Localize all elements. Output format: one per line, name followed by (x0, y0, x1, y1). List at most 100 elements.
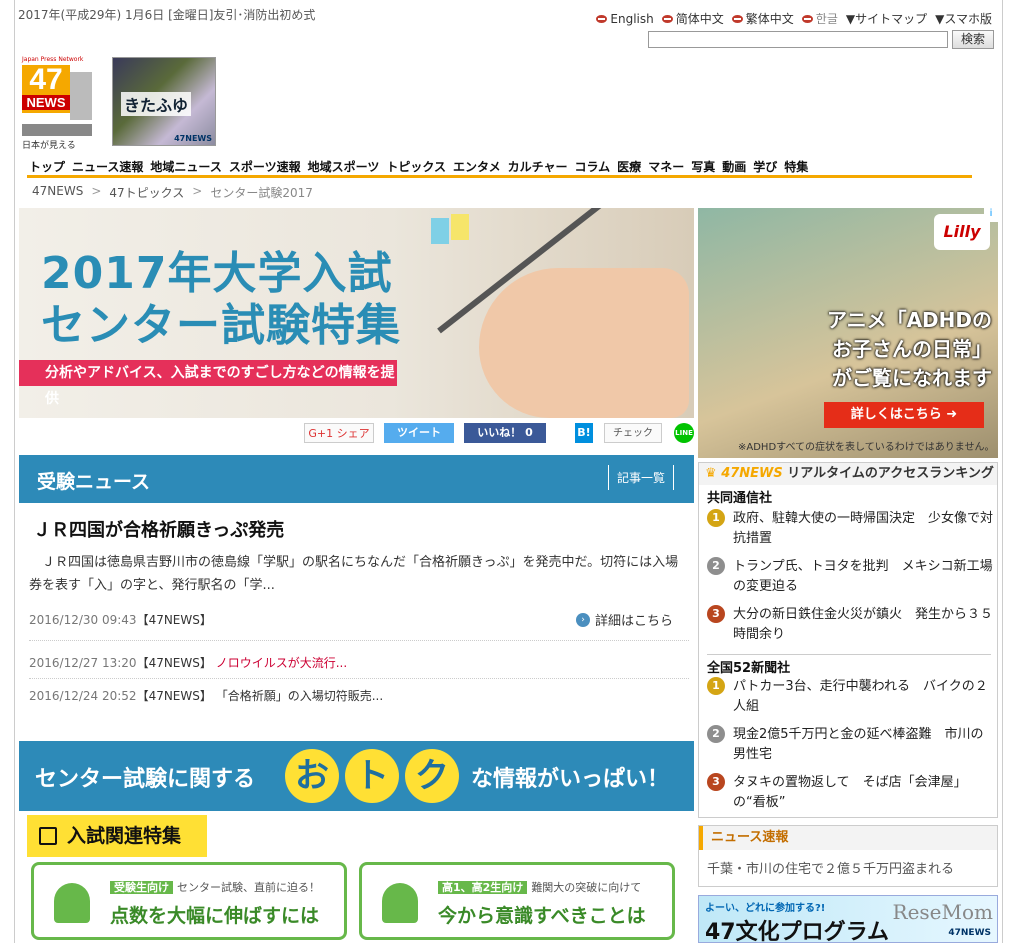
lang-traditional-chinese[interactable]: 繁体中文 (731, 10, 794, 27)
ranking-item[interactable]: 1 パトカー3台、走行中襲われる バイクの２人組 (705, 677, 995, 717)
medal-gold-icon: 1 (707, 677, 725, 695)
ranking-header: ♛ 47NEWS リアルタイムのアクセスランキング (699, 463, 997, 485)
ad-line: お子さんの日常」 (832, 337, 992, 361)
news-heading: 受験ニュース (37, 471, 151, 493)
page: 2017年(平成29年) 1月6日 [金曜日]友引･消防出初め式 English… (14, 0, 1003, 945)
news-item-source: 【47NEWS】 (136, 656, 212, 670)
divider (29, 640, 689, 641)
otoku-char: ト (345, 749, 399, 803)
nav-item[interactable]: マネー (648, 158, 684, 175)
nav-item[interactable]: ニュース速報 (72, 158, 143, 175)
medal-bronze-icon: 3 (707, 773, 725, 791)
article-title[interactable]: ＪＲ四国が合格祈願きっぷ発売 (33, 516, 284, 542)
nav-item[interactable]: 特集 (784, 158, 808, 175)
logo-tagline: 日本が見える (22, 141, 76, 151)
otoku-char: お (285, 749, 339, 803)
article-source: 【47NEWS】 (136, 613, 212, 627)
breadcrumb: 47NEWS > 47トピックス > センター試験2017 (32, 184, 313, 201)
tweet-button[interactable]: ツイート (384, 423, 454, 443)
mobile-link[interactable]: ▼スマホ版 (935, 10, 992, 27)
ranking-item[interactable]: 1 政府、駐韓大使の一時帰国決定 少女像で対抗措置 (705, 509, 995, 549)
news-list-link[interactable]: 記事一覧 (607, 465, 674, 490)
language-links: English 简体中文 繁体中文 한글 ▼サイトマップ ▼スマホ版 (596, 10, 992, 27)
nav-item[interactable]: 地域スポーツ (308, 158, 380, 175)
feature-card[interactable]: 受験生向け センター試験、直前に迫る！ 点数を大幅に伸ばすには (31, 862, 347, 940)
gplus-share-button[interactable]: G+1 シェア (304, 423, 374, 443)
mixi-check-button[interactable]: チェック (604, 423, 662, 443)
logo-number: 47 (29, 63, 63, 96)
article-body: ＪＲ四国は徳島県吉野川市の徳島線「学駅」の駅名にちなんだ「合格祈願きっぷ」を発売… (29, 555, 679, 593)
breaking-news-item[interactable]: 千葉・市川の住宅で２億５千万円盗まれる (699, 850, 997, 885)
ad-copy: アニメ「ADHDの お子さんの日常」 がご覧になれます (827, 306, 992, 393)
detail-link[interactable]: › 詳細はこちら (576, 610, 673, 629)
feature-card-badge: 受験生向け (110, 881, 173, 894)
news-item-date: 2016/12/27 13:20 (29, 656, 137, 670)
ranking-item-title[interactable]: 現金2億5千万円と金の延べ棒盗難 市川の男性宅 (733, 725, 995, 765)
article-date: 2016/12/30 09:43 (29, 613, 137, 627)
facebook-like-button[interactable]: いいね！ 0 (464, 423, 546, 443)
ranking-item-title[interactable]: 政府、駐韓大使の一時帰国決定 少女像で対抗措置 (733, 509, 995, 549)
season-sub: 47NEWS (174, 134, 212, 143)
ranking-item[interactable]: 3 大分の新日鉄住金火災が鎮火 発生から３５時間余り (705, 605, 995, 645)
nav-item[interactable]: カルチャー (508, 158, 568, 175)
hero-banner[interactable]: 2017年大学入試 センター試験特集 分析やアドバイス、入試までのすごし方などの… (19, 208, 694, 418)
nav-item[interactable]: コラム (575, 158, 611, 175)
news-item-date: 2016/12/24 20:52 (29, 689, 137, 703)
nav-item[interactable]: 写真 (691, 158, 715, 175)
news-item-title[interactable]: 「合格祈願」の入場切符販売... (216, 689, 383, 703)
season-title: きたふゆ (121, 92, 192, 116)
breaking-news-heading: ニュース速報 (699, 826, 997, 850)
nav-item[interactable]: トップ (29, 158, 65, 175)
nav-item[interactable]: トピックス (386, 158, 446, 175)
medal-bronze-icon: 3 (707, 605, 725, 623)
otoku-banner[interactable]: センター試験に関する お ト ク な情報がいっぱい！ (19, 741, 694, 811)
hatena-button[interactable]: B! (575, 423, 593, 443)
ad-button[interactable]: 詳しくはこちら ➜ (824, 402, 984, 428)
lang-english[interactable]: English (596, 10, 654, 27)
breaking-news-box: ニュース速報 千葉・市川の住宅で２億５千万円盗まれる (698, 825, 998, 887)
season-banner[interactable]: きたふゆ 47NEWS (112, 57, 216, 146)
search-input[interactable] (648, 31, 948, 48)
search-button[interactable]: 検索 (952, 30, 994, 49)
feature-card-sub: 難関大の突破に向けて (531, 881, 642, 894)
lang-simplified-chinese[interactable]: 简体中文 (661, 10, 724, 27)
ranking-item-title[interactable]: タヌキの置物返して そば店「会津屋」の“看板” (733, 773, 995, 813)
flag-icon (731, 14, 743, 23)
logo-word: NEWS (22, 95, 70, 110)
site-logo[interactable]: Japan Press Network 47 NEWS 日本が見える (22, 56, 94, 151)
breadcrumb-home[interactable]: 47NEWS (32, 184, 83, 201)
news-item[interactable]: 2016/12/27 13:20【47NEWS】 ノロウイルスが大流行... (29, 654, 347, 671)
hand-image (479, 268, 689, 418)
feature-card-badge: 高1、高2生向け (438, 881, 528, 894)
news-item-source: 【47NEWS】 (136, 689, 212, 703)
logo-strip (22, 124, 92, 136)
breadcrumb-sep: > (91, 184, 102, 198)
ad-banner[interactable]: i Lilly アニメ「ADHDの お子さんの日常」 がご覧になれます 詳しくは… (698, 208, 998, 458)
sticky-tab (451, 214, 469, 240)
feature-card[interactable]: 高1、高2生向け 難関大の突破に向けて 今から意識すべきことは (359, 862, 675, 940)
ranking-item[interactable]: 3 タヌキの置物返して そば店「会津屋」の“看板” (705, 773, 995, 813)
nav-item[interactable]: 医療 (617, 158, 641, 175)
ranking-item[interactable]: 2 トランプ氏、トヨタを批判 メキシコ新工場の変更迫る (705, 557, 995, 597)
nav-item[interactable]: 地域ニュース (150, 158, 221, 175)
edit-icon (39, 827, 57, 845)
news-item[interactable]: 2016/12/24 20:52【47NEWS】 「合格祈願」の入場切符販売..… (29, 687, 383, 704)
nav-item[interactable]: 学び (753, 158, 777, 175)
nav-item[interactable]: エンタメ (453, 158, 501, 175)
date-text: 2017年(平成29年) 1月6日 [金曜日]友引･消防出初め式 (18, 8, 316, 22)
breadcrumb-topics[interactable]: 47トピックス (109, 184, 184, 201)
line-button[interactable]: LINE (674, 423, 694, 443)
ranking-item-title[interactable]: トランプ氏、トヨタを批判 メキシコ新工場の変更迫る (733, 557, 995, 597)
nav-item[interactable]: 動画 (722, 158, 746, 175)
ranking-item-title[interactable]: パトカー3台、走行中襲われる バイクの２人組 (733, 677, 995, 717)
nav-item[interactable]: スポーツ速報 (229, 158, 301, 175)
lang-korean[interactable]: 한글 (801, 10, 838, 27)
ranking-item-title[interactable]: 大分の新日鉄住金火災が鎮火 発生から３５時間余り (733, 605, 995, 645)
flag-icon (661, 14, 673, 23)
sitemap-link[interactable]: ▼サイトマップ (846, 10, 927, 27)
logo-caption: Japan Press Network (22, 56, 84, 63)
otoku-right: な情報がいっぱい！ (471, 767, 670, 792)
news-item-title[interactable]: ノロウイルスが大流行... (216, 656, 347, 670)
culture-program-banner[interactable]: よーい、どれに参加する?! 47文化プログラム ReseMom 47NEWS (698, 895, 998, 945)
ranking-item[interactable]: 2 現金2億5千万円と金の延べ棒盗難 市川の男性宅 (705, 725, 995, 765)
